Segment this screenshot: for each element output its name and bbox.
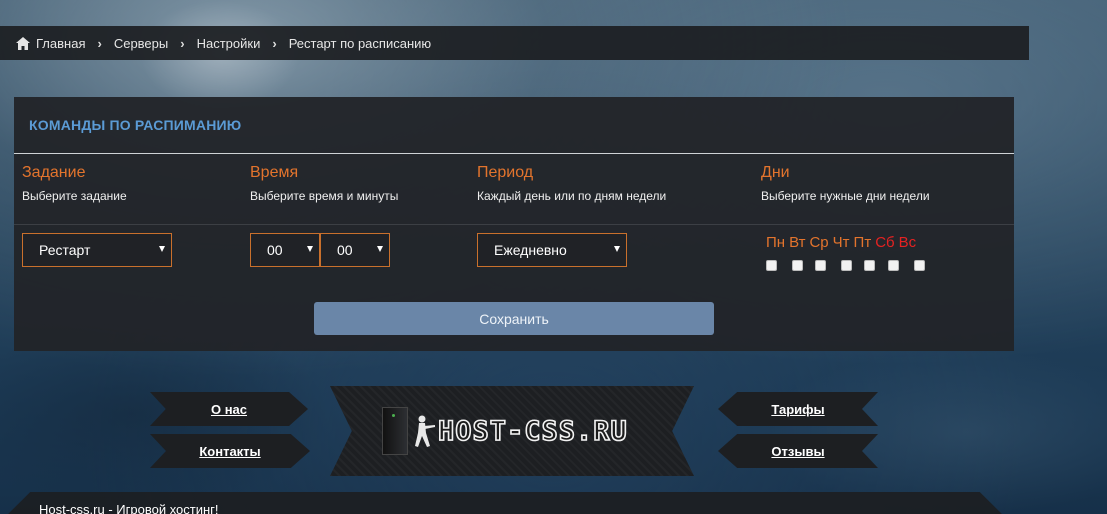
background-shadow — [0, 350, 330, 510]
day-label-sun: Вс — [898, 234, 917, 251]
column-title: Задание — [22, 164, 86, 181]
breadcrumb-home-link[interactable]: Главная — [36, 36, 85, 51]
column-period: Период Каждый день или по дням недели — [477, 155, 666, 203]
footer-link-tariffs[interactable]: Тарифы — [718, 392, 878, 426]
day-checkbox-sun[interactable] — [914, 260, 925, 271]
soldier-icon — [415, 415, 435, 447]
footer-link-about[interactable]: О нас — [150, 392, 308, 426]
column-time: Время Выберите время и минуты — [250, 155, 398, 203]
day-checkbox-wed[interactable] — [815, 260, 826, 271]
footer-link-contacts[interactable]: Контакты — [150, 434, 310, 468]
hour-select[interactable]: 00 — [250, 233, 320, 267]
save-button[interactable]: Сохранить — [314, 302, 714, 335]
server-icon — [382, 407, 408, 455]
background-shadow — [760, 350, 1107, 514]
day-label-sat: Сб — [875, 234, 895, 251]
column-desc: Каждый день или по дням недели — [477, 189, 667, 203]
day-checkbox-mon[interactable] — [766, 260, 777, 271]
logo-text: HOST-CSS.RU — [437, 415, 628, 448]
day-checkbox-thu[interactable] — [841, 260, 852, 271]
minute-select[interactable]: 00 — [320, 233, 390, 267]
chevron-right-icon: › — [180, 35, 185, 51]
column-desc: Выберите нужные дни недели — [761, 189, 930, 203]
column-title: Период — [477, 164, 534, 181]
day-label-fri: Пт — [853, 234, 872, 251]
day-checkbox-sat[interactable] — [888, 260, 899, 271]
column-days: Дни Выберите нужные дни недели — [761, 155, 930, 203]
day-checkbox-tue[interactable] — [792, 260, 803, 271]
day-label-wed: Ср — [809, 234, 829, 251]
dropdown-arrow-icon — [307, 246, 313, 252]
footer-link-reviews[interactable]: Отзывы — [718, 434, 878, 468]
period-select[interactable]: Ежедневно — [477, 233, 627, 267]
day-label-mon: Пн — [766, 234, 786, 251]
home-icon — [16, 36, 30, 50]
hour-select-value: 00 — [267, 242, 283, 258]
period-select-value: Ежедневно — [494, 242, 567, 258]
weekday-labels: Пн Вт Ср Чт Пт Сб Вс — [766, 234, 920, 251]
minute-select-value: 00 — [337, 242, 353, 258]
schedule-panel: КОМАНДЫ ПО РАСПИМАНИЮ Задание Выберите з… — [14, 97, 1014, 351]
column-desc: Выберите задание — [22, 189, 127, 203]
breadcrumb-current: Рестарт по расписанию — [288, 35, 432, 51]
dropdown-arrow-icon — [377, 246, 383, 252]
column-headers: Задание Выберите задание Время Выберите … — [14, 155, 1014, 225]
column-task: Задание Выберите задание — [22, 155, 127, 203]
dropdown-arrow-icon — [614, 246, 620, 252]
task-select[interactable]: Рестарт — [22, 233, 172, 267]
column-desc: Выберите время и минуты — [250, 189, 399, 203]
day-label-thu: Чт — [832, 234, 850, 251]
day-label-tue: Вт — [789, 234, 806, 251]
breadcrumb: Главная › Серверы › Настройки › Рестарт … — [0, 26, 1029, 60]
breadcrumb-servers-link[interactable]: Серверы — [114, 36, 168, 51]
panel-title: КОМАНДЫ ПО РАСПИМАНИЮ — [29, 117, 242, 133]
chevron-right-icon: › — [272, 35, 277, 51]
copyright-text: Host-css.ru - Игровой хостинг! — [39, 502, 219, 514]
breadcrumb-settings-link[interactable]: Настройки — [197, 36, 261, 51]
chevron-right-icon: › — [97, 35, 102, 51]
day-checkbox-fri[interactable] — [864, 260, 875, 271]
task-select-value: Рестарт — [39, 242, 91, 258]
panel-header: КОМАНДЫ ПО РАСПИМАНИЮ — [14, 97, 1014, 154]
dropdown-arrow-icon — [159, 246, 165, 252]
column-title: Дни — [761, 164, 790, 181]
site-logo[interactable]: HOST-CSS.RU — [382, 406, 644, 456]
column-title: Время — [250, 164, 299, 181]
